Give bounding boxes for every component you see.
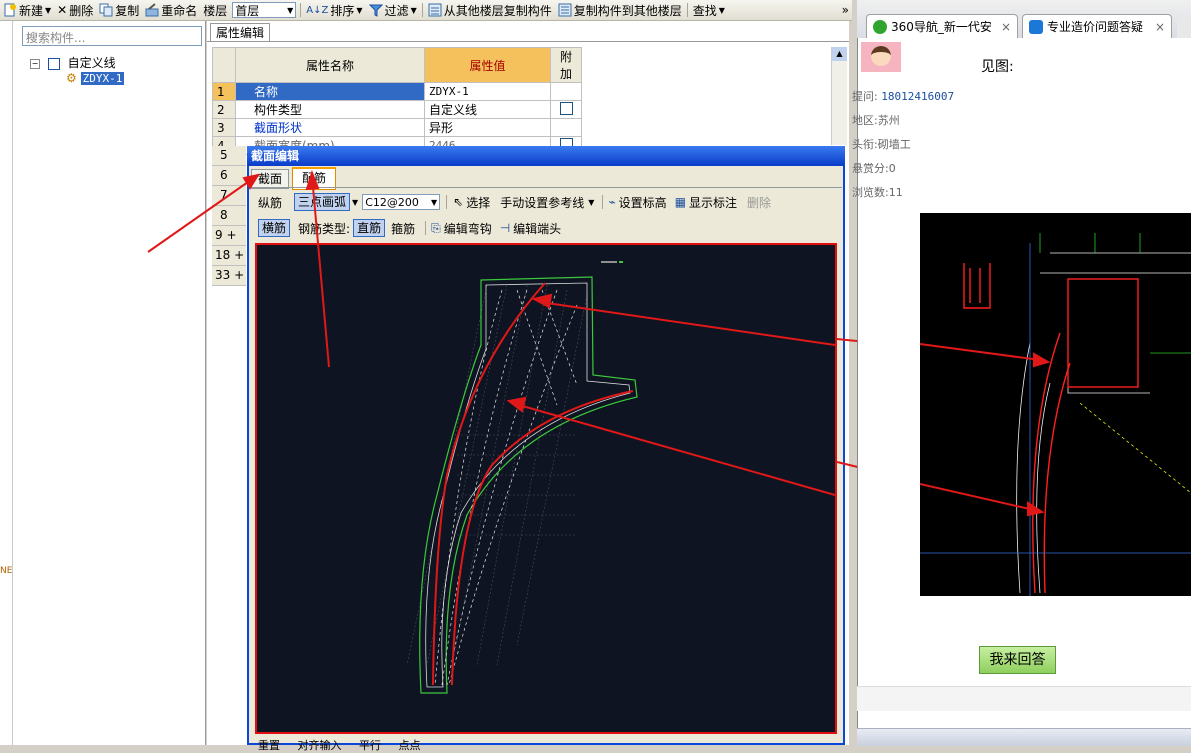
360-logo-icon [873, 19, 887, 34]
browser-status-area [857, 686, 1191, 711]
browser-tab-qa[interactable]: 专业造价问题答疑 × [1022, 14, 1172, 38]
browser-tab-360[interactable]: 360导航_新一代安 × [866, 14, 1018, 38]
align-input-button[interactable]: 对齐输入 [298, 739, 342, 752]
question-info: 提问: 18012416007 地区:苏州 头衔:砌墙工 悬赏分:0 浏览数:1… [852, 90, 955, 199]
qa-site-icon [1029, 19, 1043, 34]
reset-button[interactable]: 重置 [258, 739, 280, 752]
point-button[interactable]: 点点 [399, 739, 421, 752]
reference-drawing-image [920, 213, 1191, 596]
tab-overflow-button[interactable] [1177, 18, 1191, 38]
close-icon[interactable]: × [1155, 20, 1165, 34]
close-icon[interactable]: × [1001, 20, 1011, 34]
dialog-bottom-toolbar: 重置 对齐输入 平行 点点 [258, 737, 421, 753]
parallel-button[interactable]: 平行 [359, 739, 381, 752]
user-avatar [861, 42, 901, 72]
answer-button[interactable]: 我来回答 [979, 646, 1056, 674]
see-figure-text: 见图: [981, 59, 1014, 75]
browser-bottom-bar [857, 728, 1191, 746]
